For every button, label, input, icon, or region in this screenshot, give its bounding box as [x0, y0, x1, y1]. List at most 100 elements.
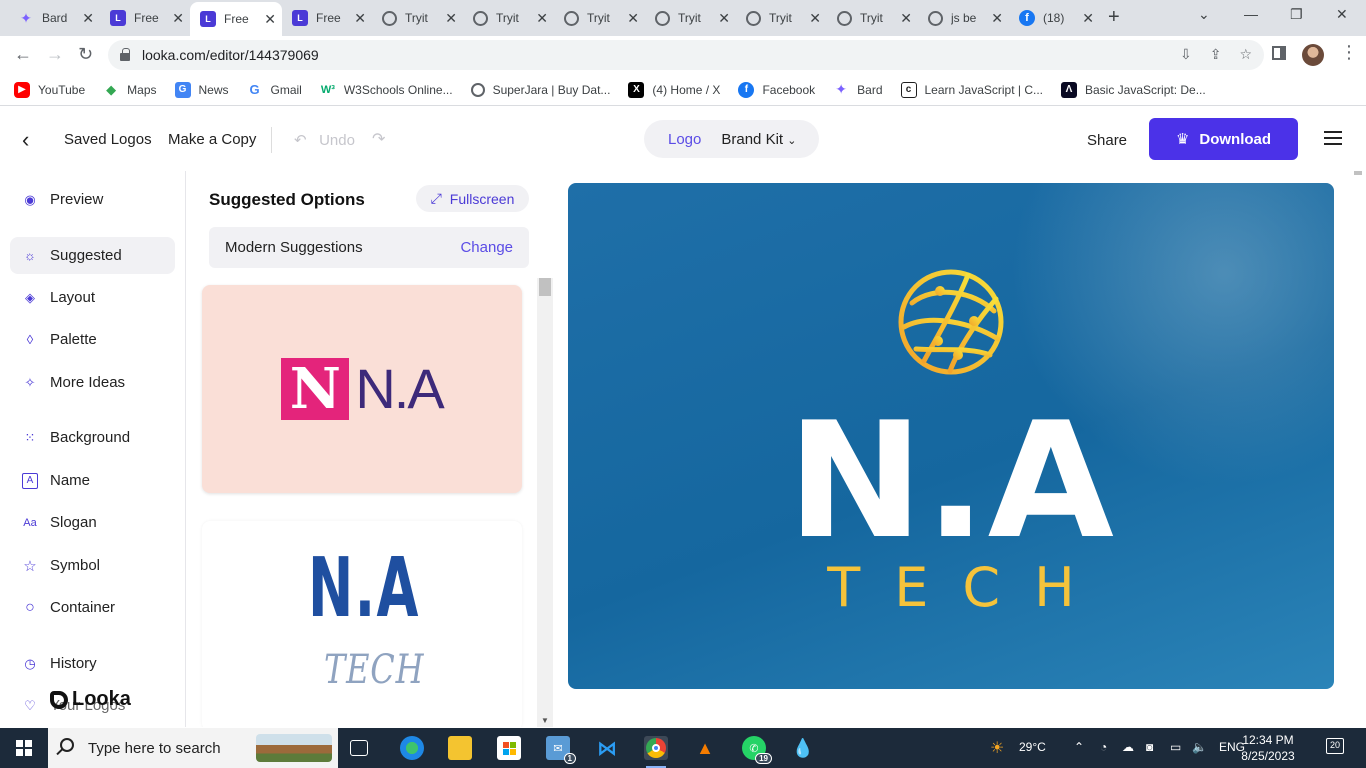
- browser-tab[interactable]: L Free ✕: [100, 4, 190, 32]
- weather-icon[interactable]: ☀: [990, 738, 1004, 758]
- panel-scrollbar[interactable]: ▼: [537, 278, 553, 727]
- close-tab-icon[interactable]: ✕: [1082, 10, 1094, 27]
- close-tab-icon[interactable]: ✕: [354, 10, 366, 27]
- back-icon[interactable]: ←: [14, 44, 32, 65]
- page-scrollbar[interactable]: [1350, 171, 1366, 727]
- download-button[interactable]: ♛ Download: [1149, 118, 1298, 160]
- meet-icon[interactable]: ◙: [1146, 740, 1153, 754]
- browser-tab[interactable]: Tryit ✕: [736, 4, 827, 32]
- scrollbar-thumb[interactable]: [1354, 171, 1362, 175]
- bookmark-facebook[interactable]: f Facebook: [738, 81, 815, 98]
- browser-tab[interactable]: Tryit ✕: [827, 4, 918, 32]
- browser-tab[interactable]: Tryit ✕: [645, 4, 736, 32]
- vlc-icon[interactable]: ▲: [693, 736, 717, 760]
- browser-menu-icon[interactable]: ⋮: [1340, 42, 1358, 63]
- share-page-icon[interactable]: ⇪: [1210, 46, 1222, 63]
- weather-temp[interactable]: 29°C: [1019, 740, 1046, 754]
- sidebar-item-palette[interactable]: ◊ Palette: [10, 321, 175, 358]
- sidebar-item-container[interactable]: ○ Container: [10, 589, 175, 626]
- edge-icon[interactable]: [400, 736, 424, 760]
- sidebar-item-background[interactable]: ⁙ Background: [10, 419, 175, 456]
- sidebar-item-preview[interactable]: ◉ Preview: [10, 181, 175, 218]
- sidebar-item-history[interactable]: ◷ History: [10, 645, 175, 682]
- tab-search-icon[interactable]: ⌄: [1198, 6, 1210, 23]
- whatsapp-icon[interactable]: ✆ 19: [742, 736, 772, 764]
- close-tab-icon[interactable]: ✕: [536, 10, 548, 27]
- bookmark-w3schools[interactable]: W³ W3Schools Online...: [320, 82, 453, 98]
- address-bar[interactable]: looka.com/editor/144379069 ⇩ ⇪ ☆: [108, 40, 1264, 70]
- sidebar-item-symbol[interactable]: ☆ Symbol: [10, 547, 175, 584]
- wifi-icon[interactable]: ◔: [1100, 740, 1107, 754]
- redo-icon[interactable]: ↷: [372, 129, 385, 149]
- restore-icon[interactable]: ❐: [1290, 6, 1303, 23]
- volume-icon[interactable]: 🔈: [1192, 740, 1207, 754]
- vscode-icon[interactable]: ⋈: [595, 736, 619, 760]
- close-tab-icon[interactable]: ✕: [82, 10, 94, 27]
- close-tab-icon[interactable]: ✕: [627, 10, 639, 27]
- hamburger-menu-icon[interactable]: [1324, 131, 1342, 149]
- bookmark-news[interactable]: G News: [174, 81, 229, 98]
- new-tab-icon[interactable]: +: [1108, 6, 1120, 29]
- scroll-down-icon[interactable]: ▼: [541, 716, 549, 725]
- logo-suggestion-card[interactable]: N.A TECH: [202, 521, 522, 727]
- sidebar-item-more-ideas[interactable]: ✧ More Ideas: [10, 364, 175, 401]
- sidebar-item-layout[interactable]: ◈ Layout: [10, 279, 175, 316]
- logo-preview-canvas[interactable]: N.A TECH: [568, 183, 1334, 689]
- close-tab-icon[interactable]: ✕: [900, 10, 912, 27]
- make-copy-link[interactable]: Make a Copy: [168, 131, 256, 148]
- logo-suggestion-card[interactable]: N N.A: [202, 285, 522, 493]
- bookmark-codecademy[interactable]: c Learn JavaScript | C...: [900, 81, 1043, 98]
- bookmark-bard[interactable]: ✦ Bard: [833, 81, 882, 98]
- close-window-icon[interactable]: ✕: [1336, 6, 1348, 23]
- tab-brand-kit[interactable]: Brand Kit ⌄: [721, 131, 796, 148]
- browser-tab[interactable]: Tryit ✕: [463, 4, 554, 32]
- close-tab-icon[interactable]: ✕: [264, 11, 276, 28]
- share-button[interactable]: Share: [1087, 132, 1127, 149]
- browser-tab[interactable]: ✦ Bard ✕: [8, 4, 100, 32]
- back-chevron-icon[interactable]: ‹: [22, 127, 29, 153]
- install-icon[interactable]: ⇩: [1180, 46, 1192, 63]
- bookmark-maps[interactable]: ◆ Maps: [103, 82, 156, 98]
- minimize-icon[interactable]: —: [1244, 6, 1258, 22]
- battery-icon[interactable]: ▭: [1170, 740, 1181, 754]
- bookmark-youtube[interactable]: ▶ YouTube: [14, 81, 85, 98]
- bookmark-star-icon[interactable]: ☆: [1239, 46, 1252, 63]
- close-tab-icon[interactable]: ✕: [445, 10, 457, 27]
- undo-button[interactable]: ↶ Undo: [294, 131, 355, 149]
- reload-icon[interactable]: ↻: [78, 44, 93, 65]
- bookmark-gmail[interactable]: G Gmail: [247, 82, 301, 98]
- file-explorer-icon[interactable]: [448, 736, 472, 760]
- paint-drop-icon[interactable]: 💧: [791, 736, 815, 760]
- close-tab-icon[interactable]: ✕: [991, 10, 1003, 27]
- tray-chevron-icon[interactable]: ⌃: [1074, 740, 1084, 754]
- browser-tab[interactable]: js be ✕: [918, 4, 1009, 32]
- forward-icon[interactable]: →: [46, 44, 64, 65]
- browser-tab-active[interactable]: L Free ✕: [190, 2, 282, 36]
- close-tab-icon[interactable]: ✕: [172, 10, 184, 27]
- sidebar-item-suggested[interactable]: ☼ Suggested: [10, 237, 175, 274]
- side-panel-icon[interactable]: [1272, 46, 1286, 60]
- bookmark-freecodecamp[interactable]: Λ Basic JavaScript: De...: [1061, 81, 1206, 98]
- close-tab-icon[interactable]: ✕: [718, 10, 730, 27]
- saved-logos-link[interactable]: Saved Logos: [64, 131, 152, 148]
- onedrive-icon[interactable]: ☁: [1122, 740, 1134, 754]
- close-tab-icon[interactable]: ✕: [809, 10, 821, 27]
- store-icon[interactable]: [497, 736, 521, 760]
- bookmark-superjara[interactable]: SuperJara | Buy Dat...: [470, 82, 610, 97]
- mail-icon[interactable]: ✉ 1: [546, 736, 576, 764]
- scrollbar-thumb[interactable]: [539, 278, 551, 296]
- notification-center-icon[interactable]: 20: [1326, 738, 1344, 754]
- taskbar-search-box[interactable]: Type here to search: [48, 728, 338, 768]
- profile-avatar[interactable]: [1302, 44, 1324, 66]
- sidebar-item-name[interactable]: A Name: [10, 462, 175, 499]
- tab-logo[interactable]: Logo: [668, 131, 701, 148]
- change-style-button[interactable]: Change: [460, 239, 513, 256]
- browser-tab[interactable]: L Free ✕: [282, 4, 372, 32]
- chrome-icon[interactable]: [644, 736, 668, 768]
- bookmark-x[interactable]: X (4) Home / X: [628, 81, 720, 98]
- task-view-icon[interactable]: [350, 740, 368, 756]
- windows-start-icon[interactable]: [16, 740, 32, 756]
- fullscreen-button[interactable]: ⤢ Fullscreen: [416, 185, 529, 212]
- sidebar-item-slogan[interactable]: Aa Slogan: [10, 504, 175, 541]
- browser-tab[interactable]: f (18) ✕: [1009, 4, 1100, 32]
